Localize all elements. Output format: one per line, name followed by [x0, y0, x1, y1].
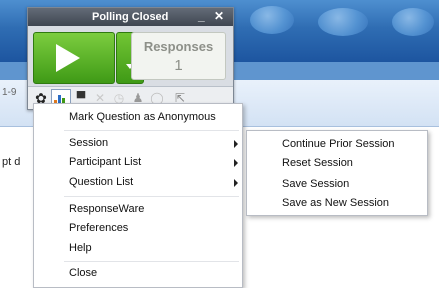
gear-context-menu: Mark Question as Anonymous Session Parti… — [33, 103, 243, 288]
chevron-right-icon — [234, 140, 238, 148]
responses-count: 1 — [174, 57, 183, 74]
polling-status-title: Polling Closed — [92, 11, 169, 23]
submenu-item-reset-session[interactable]: Reset Session — [247, 154, 427, 174]
submenu-item-label: Save as New Session — [282, 197, 389, 209]
menu-separator — [64, 196, 239, 197]
menu-item-label: Preferences — [69, 222, 129, 234]
menu-item-label: ResponseWare — [69, 203, 145, 215]
background-cut-text: pt d — [2, 156, 21, 168]
menu-separator — [64, 130, 239, 131]
menu-item-label: Close — [69, 267, 98, 279]
menu-item-help[interactable]: Help — [34, 239, 242, 259]
responses-label: Responses — [143, 39, 214, 54]
menu-item-question-list[interactable]: Question List — [34, 173, 242, 193]
chevron-right-icon — [234, 159, 238, 167]
menu-item-close[interactable]: Close — [34, 264, 242, 284]
decorative-bubble — [318, 8, 368, 36]
decorative-bubble — [250, 6, 294, 34]
decorative-bubble — [392, 8, 434, 36]
background-ruler-snippet: 1-9 — [2, 87, 17, 98]
start-polling-button[interactable] — [33, 32, 115, 84]
menu-item-responseware[interactable]: ResponseWare — [34, 200, 242, 220]
menu-item-label: Help — [69, 242, 92, 254]
menu-item-participant-list[interactable]: Participant List — [34, 153, 242, 173]
chevron-right-icon — [234, 179, 238, 187]
play-icon — [56, 44, 80, 72]
menu-item-mark-anonymous[interactable]: Mark Question as Anonymous — [34, 108, 242, 128]
polling-widget: Polling Closed _ ✕ Responses 1 ✿ ▀ ✕ ◷ ♟… — [27, 7, 234, 110]
menu-item-label: Question List — [69, 176, 134, 188]
close-icon[interactable]: ✕ — [214, 9, 224, 23]
minimize-icon[interactable]: _ — [198, 9, 205, 23]
polling-titlebar[interactable]: Polling Closed _ ✕ — [28, 8, 233, 26]
submenu-item-save-session[interactable]: Save Session — [247, 175, 427, 195]
menu-item-session[interactable]: Session — [34, 134, 242, 154]
menu-separator — [64, 261, 239, 262]
menu-item-label: Session — [69, 137, 109, 149]
session-submenu: Continue Prior Session Reset Session Sav… — [246, 130, 428, 216]
submenu-item-label: Save Session — [282, 178, 350, 190]
submenu-item-label: Continue Prior Session — [282, 138, 395, 150]
menu-item-label: Mark Question as Anonymous — [69, 111, 216, 123]
submenu-item-save-as-new-session[interactable]: Save as New Session — [247, 194, 427, 214]
submenu-item-continue-prior-session[interactable]: Continue Prior Session — [247, 135, 427, 155]
submenu-item-label: Reset Session — [282, 157, 353, 169]
menu-item-preferences[interactable]: Preferences — [34, 219, 242, 239]
menu-item-label: Participant List — [69, 156, 142, 168]
responses-counter[interactable]: Responses 1 — [131, 32, 226, 80]
